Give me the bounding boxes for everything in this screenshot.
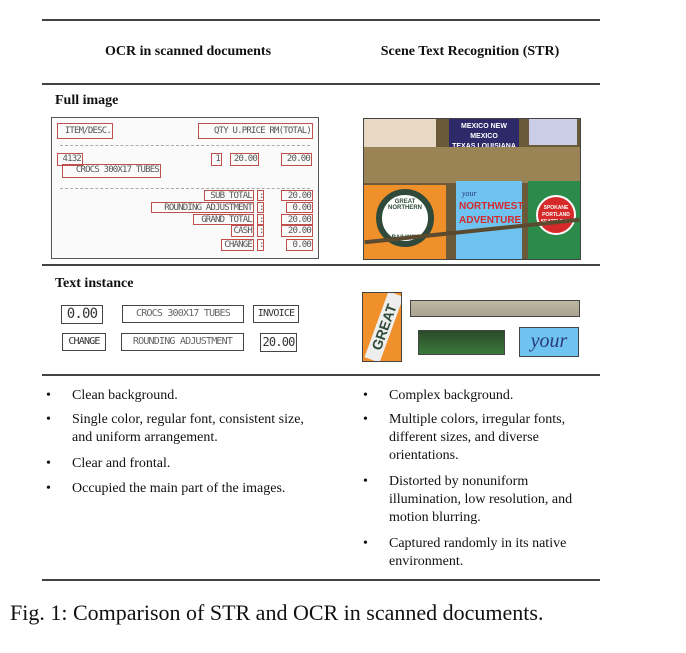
receipt-summary-label: GRAND TOTAL <box>193 214 254 225</box>
receipt-summary-value: 20.00 <box>281 190 313 201</box>
scene-shelf <box>364 147 580 183</box>
scene-poster-blue: your NORTHWEST ADVENTURE <box>456 181 524 259</box>
receipt-divider-2 <box>60 188 310 189</box>
bottom-rule <box>42 579 600 581</box>
receipt-colon: : <box>257 202 264 213</box>
receipt-summary-label: ROUNDING ADJUSTMENT <box>151 202 254 213</box>
scene-poster-pattern <box>529 119 577 145</box>
header-rule <box>42 83 600 85</box>
bullet-icon: • <box>46 481 51 496</box>
receipt-summary-value: 0.00 <box>286 202 313 213</box>
ocr-instance: ROUNDING ADJUSTMENT <box>121 333 244 351</box>
str-instance-gray <box>410 300 580 317</box>
receipt-item-desc: ITEM/DESC. <box>57 123 113 139</box>
scene-sign-blue: MEXICO NEW MEXICO TEXAS LOUISIANA <box>449 119 519 150</box>
receipt-colon: : <box>257 190 264 201</box>
ocr-instance: 20.00 <box>260 333 297 352</box>
figure-caption: Fig. 1: Comparison of STR and OCR in sca… <box>10 600 544 625</box>
str-instance-great-text: GREAT <box>364 293 401 361</box>
receipt-product: CROCS 300X17 TUBES <box>62 164 161 178</box>
ocr-bullet: Clear and frontal. <box>72 456 171 471</box>
receipt-summary-value: 20.00 <box>281 225 313 237</box>
receipt-summary-value: 20.00 <box>281 214 313 225</box>
receipt-colon: : <box>257 239 264 251</box>
mid-rule <box>42 264 600 266</box>
scene-red-badge: SPOKANE PORTLAND SEATTLE RY <box>536 195 576 235</box>
section-full-image: Full image <box>55 93 119 108</box>
receipt-summary-label: CHANGE <box>221 239 254 251</box>
ocr-instance: 0.00 <box>61 305 103 324</box>
scene-paper-left <box>364 119 436 149</box>
scene-great-northern: GREAT NORTHERN <box>388 199 422 211</box>
ocr-instance: CROCS 300X17 TUBES <box>122 305 244 323</box>
str-instance-your: your <box>519 327 579 357</box>
bullet-icon: • <box>363 536 368 551</box>
bullet-icon: • <box>46 412 51 427</box>
str-bullet: Captured randomly in its native environm… <box>389 536 567 569</box>
scene-spokane: SPOKANE <box>543 205 569 211</box>
scene-sign-text-1: MEXICO NEW MEXICO <box>461 123 507 140</box>
receipt-colon: : <box>257 214 264 225</box>
header-ocr: OCR in scanned documents <box>104 44 272 59</box>
str-instance-great: GREAT <box>362 292 402 362</box>
receipt-qty-header: QTY U.PRICE RM(TOTAL) <box>198 123 313 139</box>
top-rule <box>42 19 600 21</box>
str-instance-your-text: your <box>530 330 568 352</box>
receipt-summary-value: 0.00 <box>286 239 313 251</box>
ocr-bullet: Single color, regular font, consistent s… <box>72 412 304 445</box>
bullet-rule <box>42 374 600 376</box>
receipt-qty: 1 <box>211 153 222 166</box>
str-bullet: Multiple colors, irregular fonts, differ… <box>389 412 566 463</box>
bullet-icon: • <box>46 456 51 471</box>
ocr-bullet: Occupied the main part of the images. <box>72 481 286 496</box>
receipt-divider <box>60 145 310 146</box>
bullet-icon: • <box>363 388 368 403</box>
receipt-unit-price: 20.00 <box>230 153 259 166</box>
header-str: Scene Text Recognition (STR) <box>380 44 560 59</box>
str-bullet: Complex background. <box>389 388 514 403</box>
receipt-summary-label: CASH <box>231 225 254 237</box>
str-bullet: Distorted by nonuniform illumination, lo… <box>389 474 573 525</box>
scene-northwest: NORTHWEST <box>459 201 524 212</box>
ocr-instance: CHANGE <box>62 333 106 351</box>
receipt-colon: : <box>257 225 264 237</box>
scene-your: your <box>462 189 477 198</box>
bullet-icon: • <box>46 388 51 403</box>
ocr-instance: INVOICE <box>253 305 299 323</box>
ocr-bullet: Clean background. <box>72 388 178 403</box>
receipt-summary-label: SUB TOTAL <box>204 190 254 201</box>
bullet-icon: • <box>363 412 368 427</box>
section-text-instance: Text instance <box>55 276 134 291</box>
receipt-total: 20.00 <box>281 153 312 166</box>
str-instance-green <box>418 330 505 355</box>
receipt-image: ITEM/DESC. QTY U.PRICE RM(TOTAL) 4132 CR… <box>51 117 319 259</box>
bullet-icon: • <box>363 474 368 489</box>
scene-image: MEXICO NEW MEXICO TEXAS LOUISIANA GREAT … <box>363 118 581 260</box>
